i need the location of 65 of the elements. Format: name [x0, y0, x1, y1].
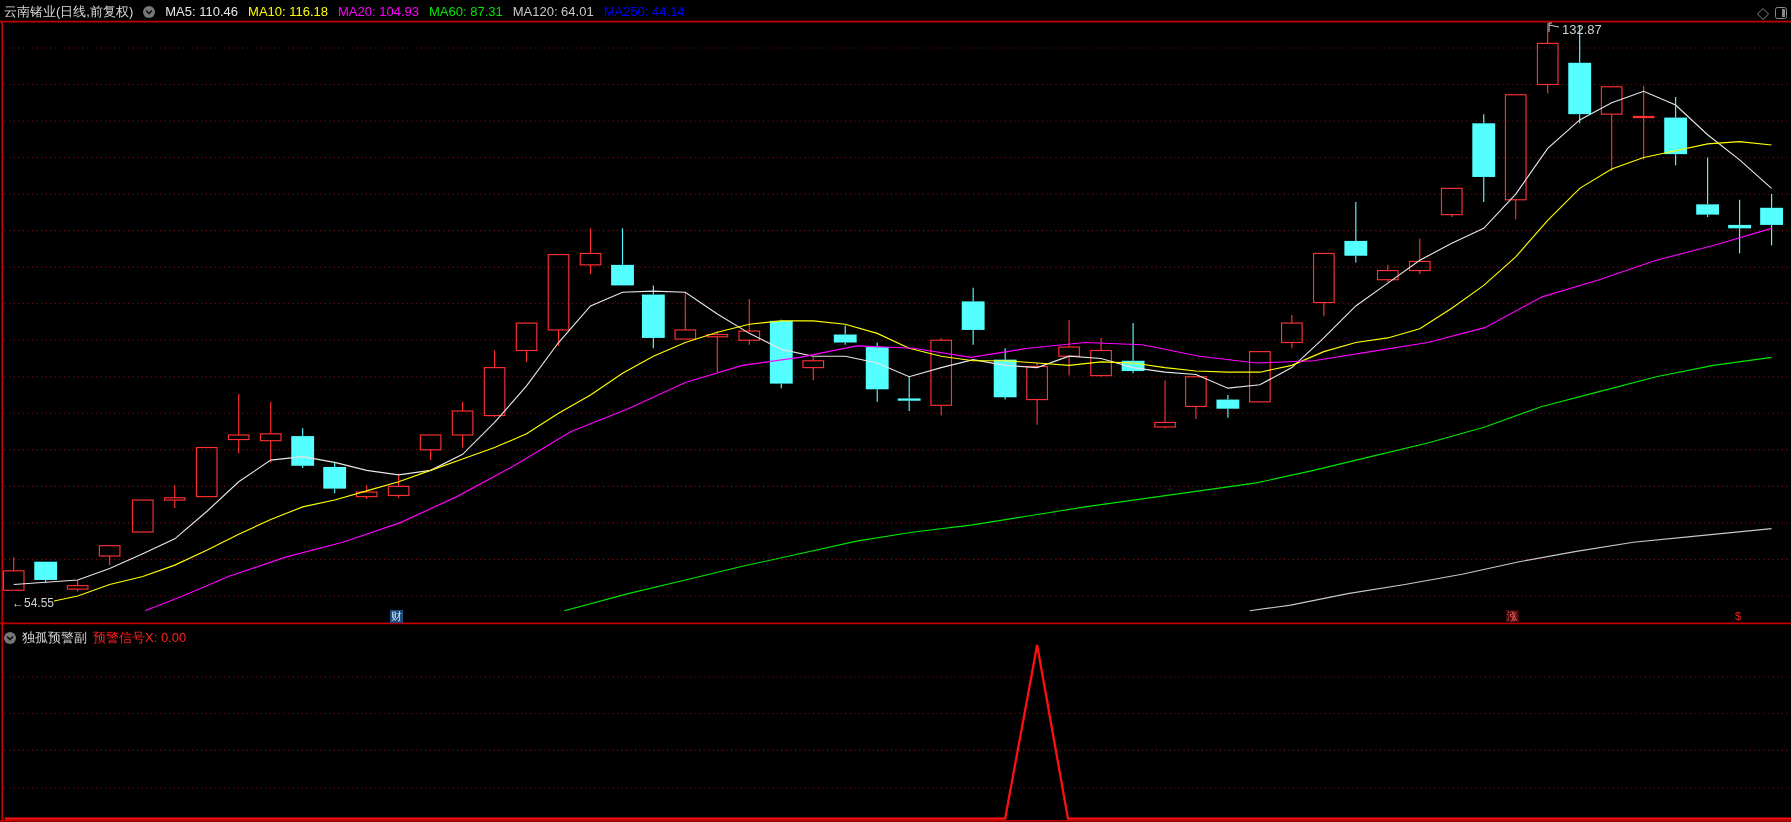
pointer-arrow-icon	[1548, 22, 1560, 32]
candlestick	[515, 322, 538, 363]
candlestick	[993, 347, 1017, 401]
moving-average-value: MA20: 104.93	[338, 3, 419, 21]
candlestick	[1664, 96, 1688, 167]
dropdown-icon[interactable]	[4, 631, 16, 644]
moving-average-value: MA250: 44.14	[603, 3, 685, 21]
candlestick	[195, 446, 218, 498]
candlestick	[1344, 201, 1368, 264]
candlestick	[1440, 187, 1463, 218]
candlestick	[98, 545, 121, 566]
candlestick	[706, 330, 729, 373]
candlestick	[1313, 252, 1335, 317]
candlestick	[323, 461, 347, 494]
moving-average-value: MA5: 110.46	[165, 3, 239, 21]
candlestick	[1216, 394, 1240, 419]
candlestick	[1728, 199, 1751, 254]
candlestick	[641, 284, 665, 349]
stock-title: 云南锗业(日线,前复权)	[4, 3, 134, 21]
candlestick	[1376, 264, 1399, 283]
candlestick	[738, 298, 761, 346]
event-marker[interactable]: 财	[390, 610, 403, 623]
candlestick	[2, 556, 25, 591]
candlestick	[579, 227, 602, 275]
candlestick	[259, 401, 282, 463]
candlestick	[1185, 376, 1207, 420]
candlestick	[802, 356, 825, 381]
candlestick	[355, 484, 378, 500]
candlestick	[419, 434, 442, 461]
dropdown-icon[interactable]	[143, 5, 156, 18]
candlestick	[1090, 337, 1112, 378]
candlestick	[291, 427, 315, 469]
candlestick	[483, 349, 506, 418]
candlestick	[1249, 351, 1271, 403]
candlestick	[1154, 379, 1176, 429]
candlestick	[674, 291, 697, 340]
candlestick	[611, 227, 634, 286]
moving-average-value: MA60: 87.31	[429, 3, 503, 21]
moving-average-value: MA120: 64.01	[512, 3, 594, 21]
candlestick	[451, 401, 474, 449]
candlestick	[1281, 314, 1303, 349]
panel-toggle-icon[interactable]	[1775, 7, 1787, 19]
indicator-title: 独孤预警副	[22, 629, 87, 647]
candlestick	[1058, 319, 1080, 377]
candlestick	[865, 341, 889, 403]
event-marker[interactable]: $	[1734, 610, 1743, 623]
candlestick	[1696, 157, 1720, 218]
candlestick	[131, 499, 154, 533]
low-price-label: ←54.55	[12, 596, 55, 610]
candlestick	[66, 579, 89, 592]
candlestick	[163, 484, 186, 509]
candlestick	[897, 376, 921, 412]
candlestick	[1760, 193, 1783, 247]
candlestick	[833, 324, 857, 346]
candlestick	[34, 561, 58, 583]
event-marker[interactable]: 涨	[1506, 610, 1519, 623]
candlestick	[961, 287, 985, 346]
indicator-value: 预警信号X: 0.00	[93, 629, 187, 647]
candlestick	[1121, 322, 1145, 374]
candlestick	[769, 319, 793, 389]
candlestick	[387, 473, 410, 499]
candlestick	[227, 393, 250, 454]
candlestick	[1408, 238, 1431, 275]
moving-average-value: MA10: 116.18	[248, 3, 329, 21]
candlestick	[1026, 362, 1048, 426]
